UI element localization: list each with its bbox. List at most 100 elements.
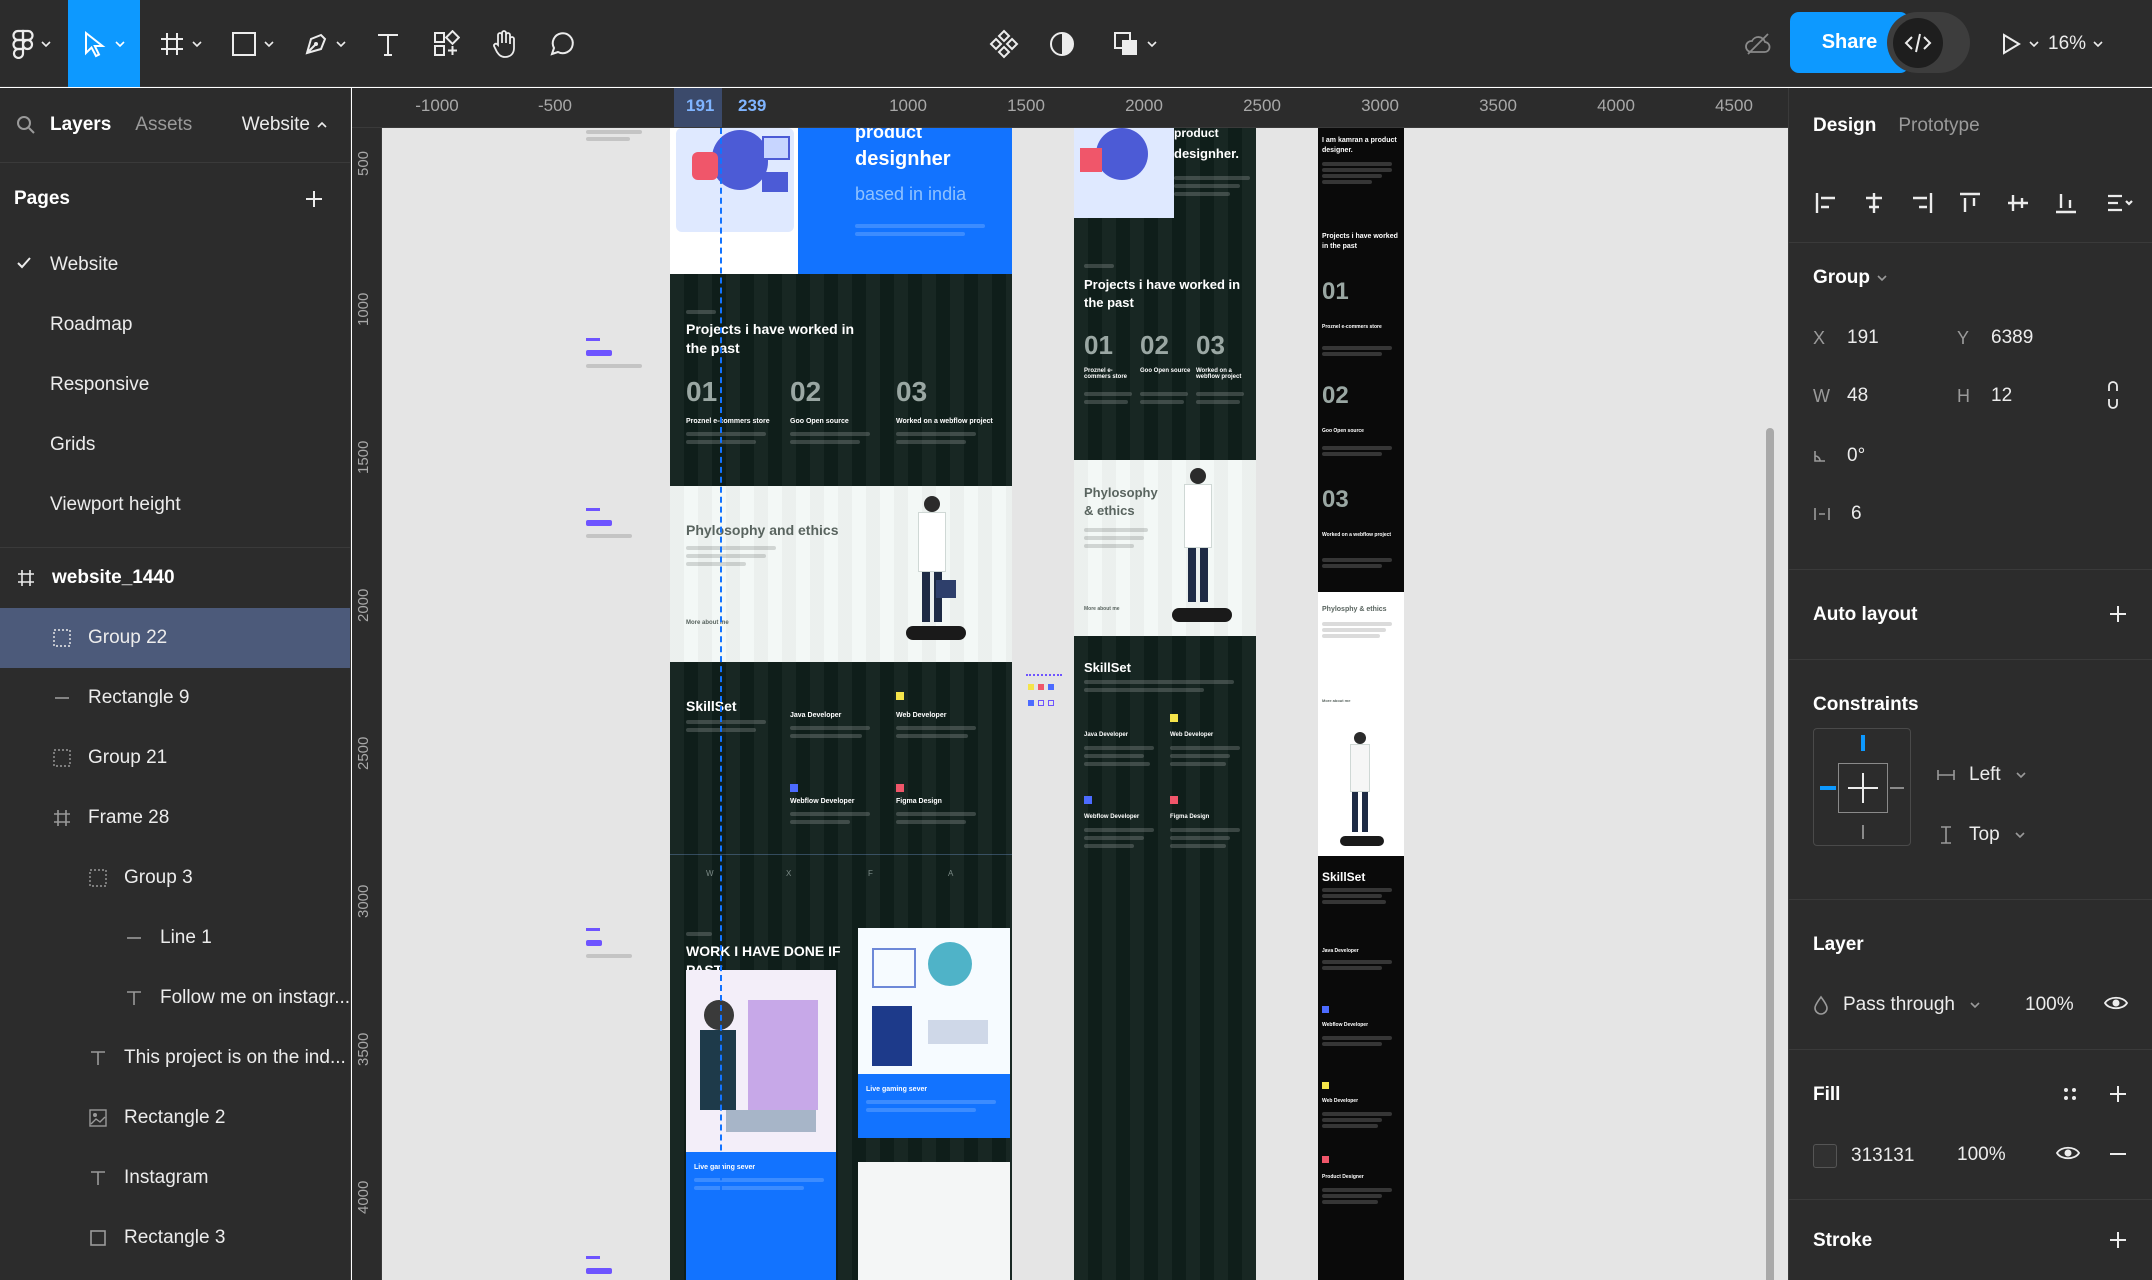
- appearance-button[interactable]: [1040, 0, 1084, 87]
- constraint-widget[interactable]: [1813, 728, 1911, 846]
- layer-opacity-value[interactable]: 100%: [2025, 994, 2074, 1016]
- project-label: Proznel e-commers store: [1322, 324, 1382, 330]
- ruler-label: 1500: [1007, 96, 1045, 115]
- project-label: Goo Open source: [790, 418, 849, 425]
- text-icon: [88, 1168, 108, 1188]
- hand-tool-button[interactable]: [482, 0, 526, 87]
- constrain-proportions-icon[interactable]: [2105, 381, 2121, 409]
- page-item-website[interactable]: Website: [0, 235, 350, 295]
- ruler-label: -1000: [415, 96, 459, 115]
- remove-fill-icon[interactable]: [2108, 1152, 2128, 1156]
- page-item-roadmap[interactable]: Roadmap: [0, 295, 350, 355]
- page-item-responsive[interactable]: Responsive: [0, 355, 350, 415]
- vertical-constraint-dropdown[interactable]: Top: [1937, 824, 2026, 846]
- add-stroke-icon[interactable]: [2108, 1230, 2128, 1250]
- layer-line-1[interactable]: Line 1: [0, 908, 350, 968]
- layer-instagram-text[interactable]: Instagram: [0, 1148, 350, 1208]
- layer-rectangle-9[interactable]: Rectangle 9: [0, 668, 350, 728]
- align-right-icon[interactable]: [1909, 190, 1935, 216]
- add-fill-icon[interactable]: [2108, 1084, 2128, 1104]
- frame-tool-button[interactable]: [150, 0, 212, 87]
- layer-frame-28[interactable]: Frame 28: [0, 788, 350, 848]
- horizontal-constraint-dropdown[interactable]: Left: [1937, 764, 2027, 786]
- fill-color-field[interactable]: 313131: [1813, 1144, 1914, 1168]
- philosophy-link[interactable]: More about me: [686, 620, 729, 626]
- annotation-group[interactable]: [586, 928, 646, 968]
- tab-design[interactable]: Design: [1813, 115, 1876, 137]
- height-field[interactable]: H 12: [1957, 385, 2012, 407]
- blend-mode-dropdown[interactable]: Pass through: [1813, 994, 1981, 1016]
- pen-tool-button[interactable]: [294, 0, 356, 87]
- align-left-icon[interactable]: [1813, 190, 1839, 216]
- layer-group-22[interactable]: Group 22: [0, 608, 350, 668]
- philosophy-link[interactable]: More about me: [1084, 606, 1120, 612]
- layer-project-text[interactable]: This project is on the ind...: [0, 1028, 350, 1088]
- resources-icon: [434, 29, 460, 56]
- align-horizontal-center-icon[interactable]: [1861, 190, 1887, 216]
- layer-rectangle-3[interactable]: Rectangle 3: [0, 1208, 350, 1268]
- rotation-field[interactable]: 0°: [1813, 445, 1865, 467]
- main-menu-button[interactable]: [6, 0, 58, 87]
- text-tool-button[interactable]: [366, 0, 410, 87]
- skill-label: Webflow Developer: [790, 798, 855, 805]
- frame-tablet[interactable]: product designher. Projects i have worke…: [1074, 128, 1256, 1280]
- comment-tool-button[interactable]: [540, 0, 584, 87]
- tab-prototype[interactable]: Prototype: [1898, 115, 1979, 137]
- align-vertical-center-icon[interactable]: [2005, 190, 2031, 216]
- layer-follow-me-text[interactable]: Follow me on instagr...: [0, 968, 350, 1028]
- figma-app: Share 16% Layers Assets Website Pages We…: [0, 0, 2152, 1280]
- frame-website-1440[interactable]: product designher based in india Project…: [670, 128, 1012, 1280]
- fill-opacity-value[interactable]: 100%: [1957, 1144, 2006, 1166]
- boolean-operations-button[interactable]: [1104, 0, 1166, 87]
- layer-group-21[interactable]: Group 21: [0, 728, 350, 788]
- layer-group-3[interactable]: Group 3: [0, 848, 350, 908]
- page-item-viewport-height[interactable]: Viewport height: [0, 475, 350, 535]
- tab-layers[interactable]: Layers: [50, 114, 111, 136]
- ruler-label: 1000: [355, 292, 372, 326]
- frame-mobile[interactable]: I am kamran a product designer. Projects…: [1318, 128, 1404, 1280]
- move-tool-button[interactable]: [68, 0, 140, 87]
- y-field[interactable]: Y 6389: [1957, 327, 2033, 349]
- annotation-group[interactable]: [586, 508, 646, 548]
- social-icon[interactable]: A: [948, 869, 953, 878]
- dev-mode-toggle[interactable]: [1887, 12, 1970, 73]
- annotation-group[interactable]: [586, 338, 646, 378]
- eye-icon[interactable]: [2104, 994, 2128, 1012]
- eye-icon[interactable]: [2056, 1144, 2080, 1162]
- work-card-1[interactable]: Live gaming sever: [858, 1074, 1010, 1138]
- add-auto-layout-icon[interactable]: [2108, 604, 2128, 624]
- spacing-field[interactable]: 6: [1813, 503, 1862, 525]
- group-type-dropdown[interactable]: Group: [1813, 267, 1888, 289]
- width-field[interactable]: W 48: [1813, 385, 1868, 407]
- components-button[interactable]: [982, 0, 1026, 87]
- page-item-grids[interactable]: Grids: [0, 415, 350, 475]
- philosophy-link[interactable]: More about me: [1322, 698, 1350, 703]
- social-icon[interactable]: W: [706, 869, 714, 878]
- offline-status-button[interactable]: [1736, 0, 1780, 87]
- zoom-dropdown[interactable]: 16%: [2048, 0, 2104, 87]
- align-top-icon[interactable]: [1957, 190, 1983, 216]
- page-switcher[interactable]: Website: [242, 114, 328, 136]
- tab-assets[interactable]: Assets: [135, 114, 192, 136]
- search-icon[interactable]: [16, 115, 36, 135]
- canvas[interactable]: product designher based in india Project…: [382, 128, 1788, 1280]
- annotation-group[interactable]: [586, 128, 646, 142]
- annotation-group[interactable]: [586, 1256, 646, 1280]
- skillset-title: SkillSet: [1084, 660, 1131, 675]
- fill-color-swatch[interactable]: [1813, 1144, 1837, 1168]
- shape-tool-button[interactable]: [222, 0, 284, 87]
- add-page-icon[interactable]: [304, 189, 324, 209]
- x-field[interactable]: X 191: [1813, 327, 1879, 349]
- distribute-icon[interactable]: [2101, 190, 2137, 216]
- align-bottom-icon[interactable]: [2053, 190, 2079, 216]
- present-button[interactable]: [1994, 0, 2046, 87]
- style-grid-icon[interactable]: [2060, 1084, 2080, 1104]
- resources-tool-button[interactable]: [424, 0, 468, 87]
- work-card-2[interactable]: Live gaming sever: [686, 1152, 836, 1280]
- layer-rectangle-2[interactable]: Rectangle 2: [0, 1088, 350, 1148]
- layer-website-1440[interactable]: website_1440: [0, 548, 350, 608]
- social-icon[interactable]: X: [786, 869, 791, 878]
- selected-group-22[interactable]: [1026, 674, 1064, 718]
- social-icon[interactable]: F: [868, 869, 873, 878]
- canvas-scrollbar[interactable]: [1766, 428, 1774, 1280]
